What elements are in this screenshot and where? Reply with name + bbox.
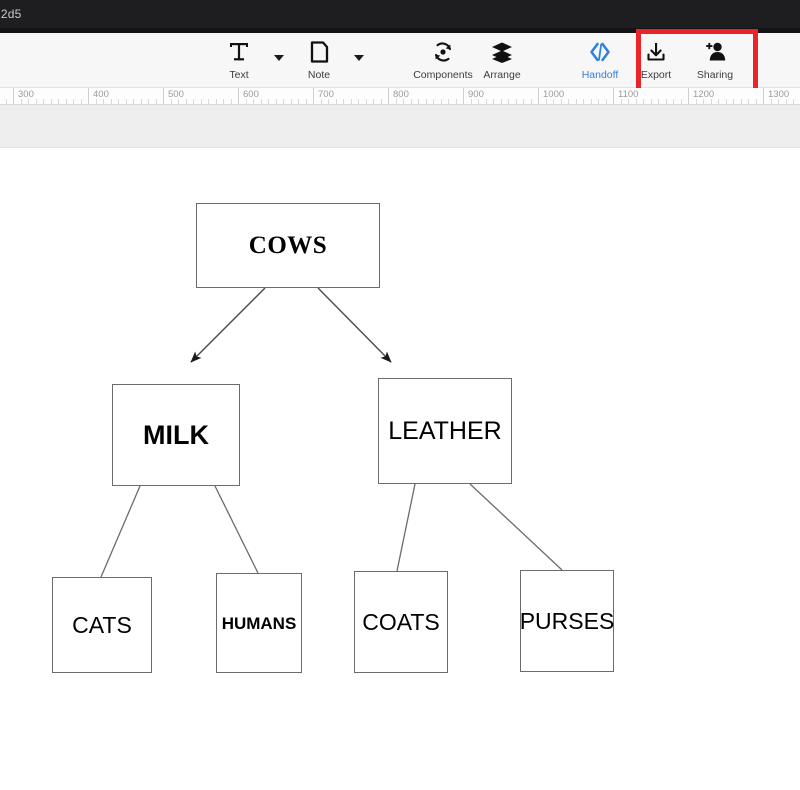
toolbar-button-export[interactable]: Export bbox=[624, 38, 688, 81]
diagram-node-purses[interactable]: PURSES bbox=[520, 570, 614, 672]
edge-leather-coats bbox=[396, 483, 416, 572]
toolbar-label-arrange: Arrange bbox=[483, 69, 521, 81]
window-title: 22d5 bbox=[0, 7, 22, 21]
toolbar-button-sharing[interactable]: Sharing bbox=[683, 38, 747, 81]
diagram-node-milk[interactable]: MILK bbox=[112, 384, 240, 486]
ruler-tick-major bbox=[763, 88, 764, 104]
ruler-tick-major bbox=[613, 88, 614, 104]
diagram-node-cows[interactable]: COWS bbox=[196, 203, 380, 288]
note-dropdown-caret-icon[interactable] bbox=[354, 55, 364, 61]
diagram-node-cats[interactable]: CATS bbox=[52, 577, 152, 673]
arrange-icon bbox=[490, 38, 514, 66]
node-label-milk: MILK bbox=[143, 419, 209, 450]
ruler-tick-major bbox=[13, 88, 14, 104]
toolbar-label-sharing: Sharing bbox=[696, 69, 734, 81]
ruler-tick-major bbox=[388, 88, 389, 104]
ruler-tick-major bbox=[313, 88, 314, 104]
toolbar-button-handoff[interactable]: Handoff bbox=[568, 38, 632, 81]
ruler-tick-major bbox=[688, 88, 689, 104]
ruler-tick-major bbox=[238, 88, 239, 104]
diagram-node-leather[interactable]: LEATHER bbox=[378, 378, 512, 484]
node-label-cats: CATS bbox=[72, 611, 132, 638]
ruler-tick-major bbox=[163, 88, 164, 104]
edge-leather-purses bbox=[469, 483, 563, 571]
edge-milk-humans bbox=[214, 485, 259, 574]
node-label-purses: PURSES bbox=[519, 607, 615, 634]
toolbar: Text Note Components Arrange Handoff Exp… bbox=[0, 33, 800, 88]
app-window: 22d5 Text Note bbox=[0, 0, 800, 790]
note-icon bbox=[307, 38, 331, 66]
toolbar-label-export: Export bbox=[640, 69, 672, 81]
text-dropdown-caret-icon[interactable] bbox=[274, 55, 284, 61]
toolbar-button-text[interactable]: Text bbox=[207, 38, 271, 81]
ruler-tick-major bbox=[463, 88, 464, 104]
toolbar-label-text: Text bbox=[229, 69, 249, 81]
ruler-tick-major bbox=[88, 88, 89, 104]
toolbar-label-handoff: Handoff bbox=[581, 69, 619, 81]
toolbar-label-note: Note bbox=[307, 69, 331, 81]
node-label-leather: LEATHER bbox=[388, 416, 502, 445]
canvas[interactable]: COWS MILK LEATHER CATS HUMANS COATS PURS… bbox=[0, 148, 800, 790]
toolbar-label-components: Components bbox=[413, 69, 473, 81]
edge-milk-cats bbox=[100, 485, 141, 578]
toolbar-button-components[interactable]: Components bbox=[411, 38, 475, 81]
diagram-node-coats[interactable]: COATS bbox=[354, 571, 448, 673]
toolbar-button-note[interactable]: Note bbox=[287, 38, 351, 81]
ruler-tick-major bbox=[538, 88, 539, 104]
node-label-coats: COATS bbox=[362, 608, 440, 635]
node-label-humans: HUMANS bbox=[221, 613, 297, 633]
edge-cows-leather bbox=[317, 287, 392, 363]
sharing-icon bbox=[703, 38, 727, 66]
handoff-icon bbox=[588, 38, 612, 66]
components-icon bbox=[431, 38, 455, 66]
export-icon bbox=[644, 38, 668, 66]
title-bar: 22d5 bbox=[0, 0, 800, 28]
node-label-cows: COWS bbox=[248, 232, 328, 259]
canvas-top-band bbox=[0, 105, 800, 148]
text-icon bbox=[227, 38, 251, 66]
edge-cows-milk bbox=[190, 287, 266, 363]
horizontal-ruler[interactable]: 300 400 500 600 700 800 900 1000 1100 1200 1300 bbox=[0, 88, 800, 105]
toolbar-button-arrange[interactable]: Arrange bbox=[470, 38, 534, 81]
diagram-node-humans[interactable]: HUMANS bbox=[216, 573, 302, 673]
